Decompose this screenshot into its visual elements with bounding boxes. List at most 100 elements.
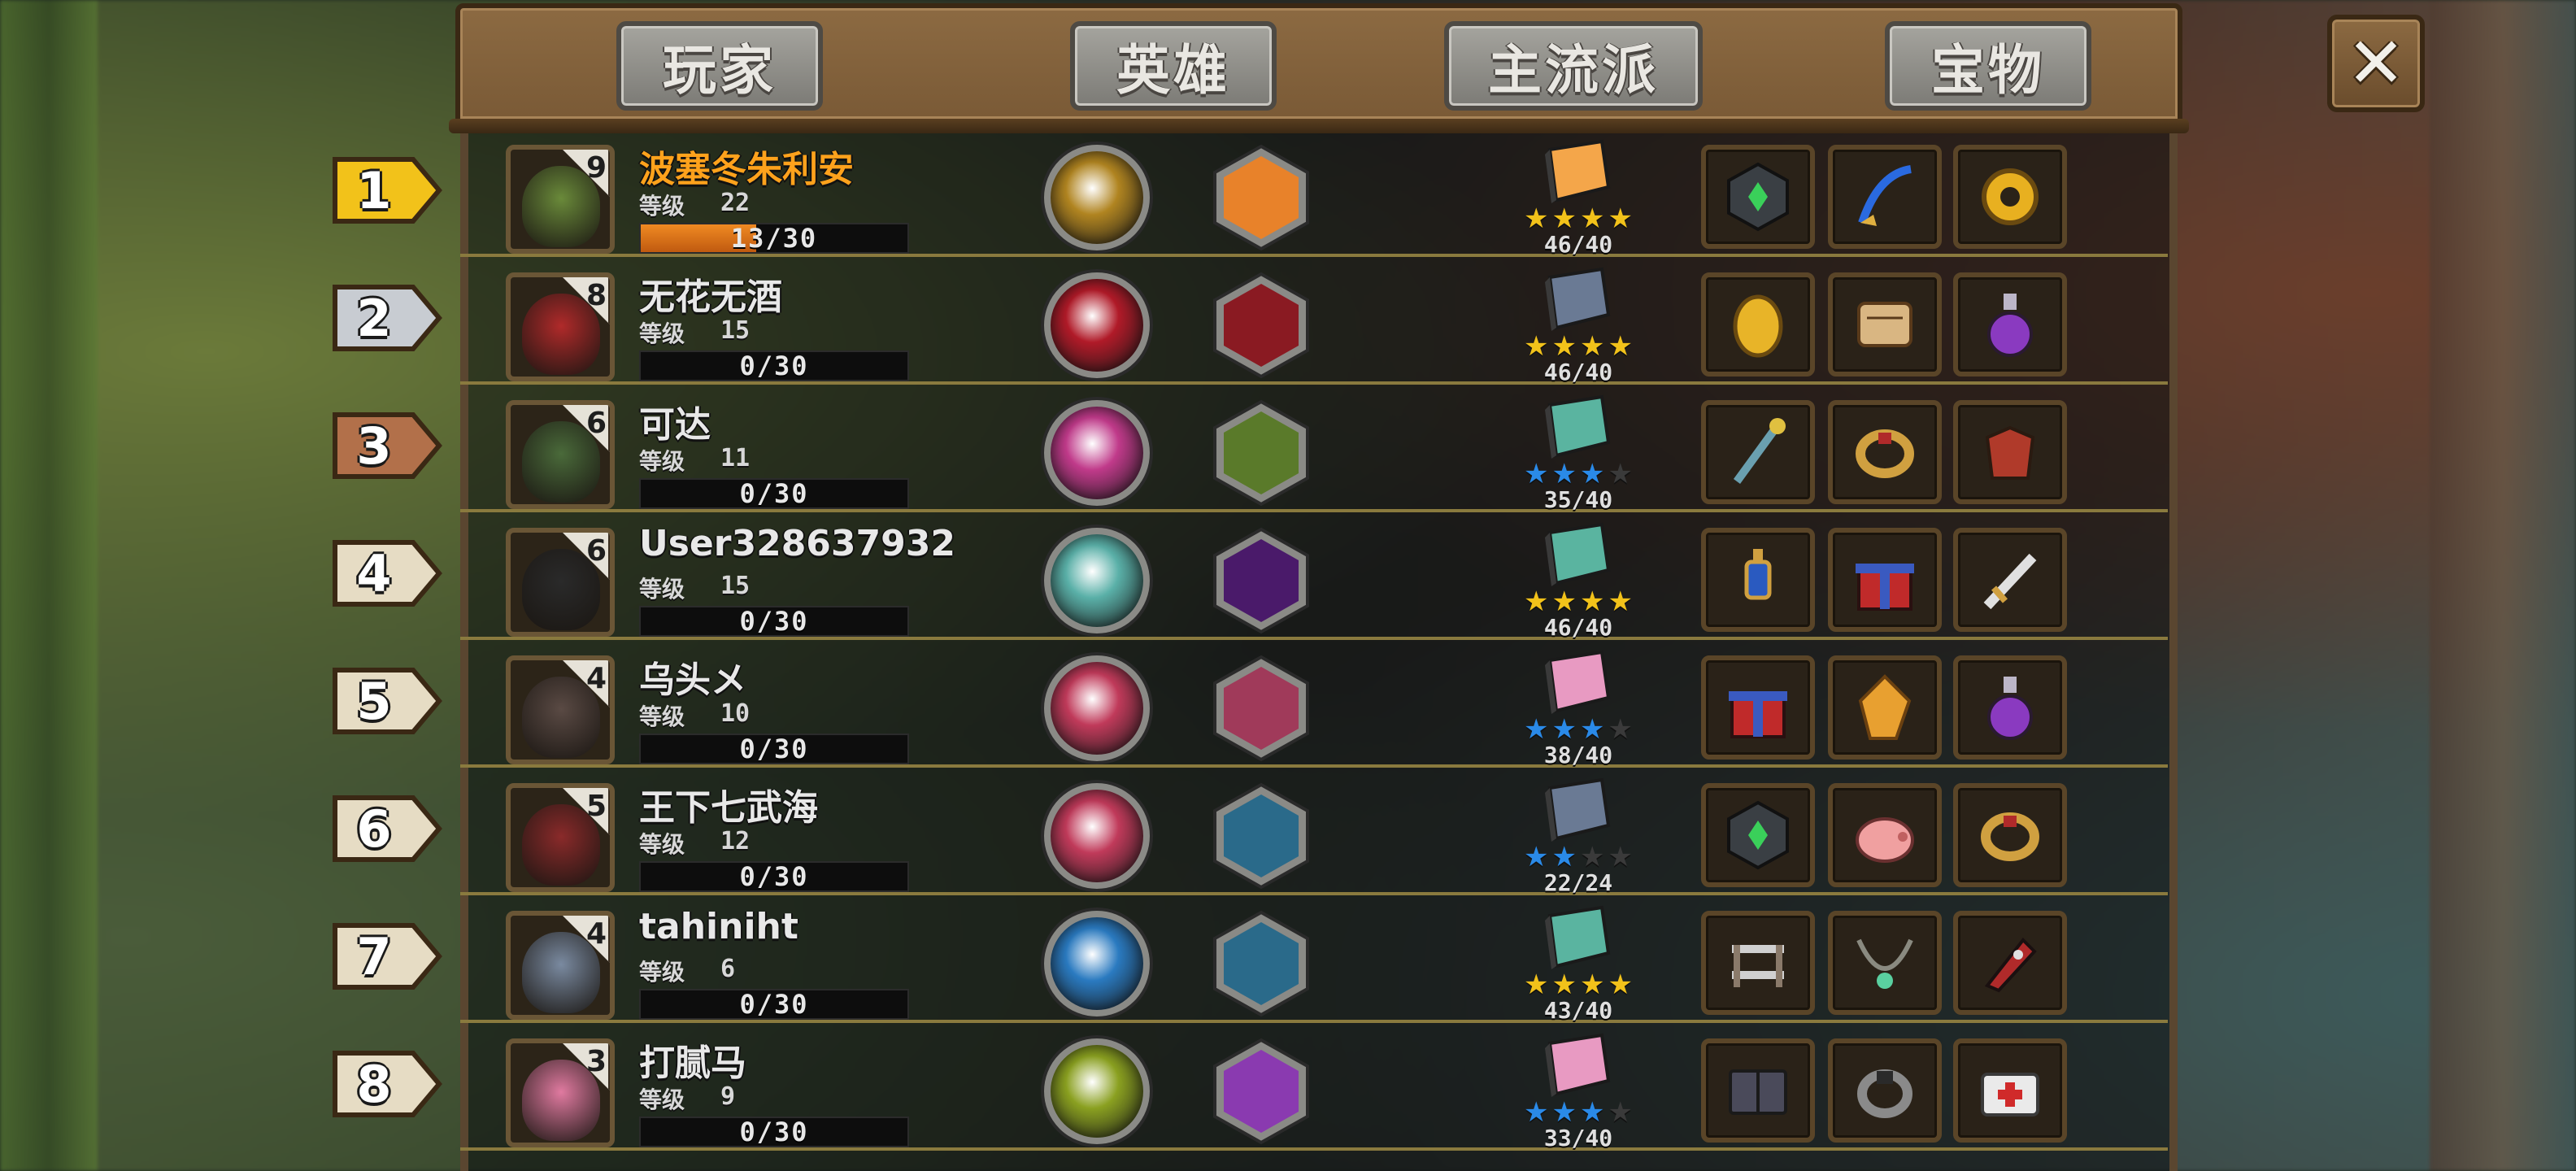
leaderboard-row[interactable]: 8 3 打腻马 等级 9 0/30 ★ ★ ★ ★ 33/40 xyxy=(333,1029,2168,1151)
leaderboard-row[interactable]: 2 8 无花无酒 等级 15 0/30 ★ ★ ★ ★ 46/40 xyxy=(333,263,2168,385)
level-label: 等级 xyxy=(639,320,685,347)
close-button[interactable]: ✕ xyxy=(2327,15,2425,112)
leaderboard-row[interactable]: 7 4 tahiniht 等级 6 0/30 ★ ★ ★ ★ 43/40 xyxy=(333,901,2168,1024)
build-score: 33/40 xyxy=(1543,1125,1613,1151)
build-score: 46/40 xyxy=(1543,231,1613,258)
hero-skill-orb[interactable] xyxy=(1044,911,1150,1016)
star-icon: ★ xyxy=(1608,841,1633,873)
treasure-slot[interactable] xyxy=(1828,1038,1942,1143)
treasure-slot[interactable] xyxy=(1828,655,1942,760)
rank-number: 5 xyxy=(356,671,392,731)
hero-skill-orb[interactable] xyxy=(1044,1038,1150,1144)
treasure-slot[interactable] xyxy=(1953,528,2067,632)
build-book-icon[interactable] xyxy=(1534,777,1615,845)
build-book-icon[interactable] xyxy=(1534,138,1615,207)
hero-skill-orb[interactable] xyxy=(1044,655,1150,761)
progress-text: 0/30 xyxy=(739,350,809,381)
hero-avatar[interactable]: 4 xyxy=(506,911,615,1020)
rank-badge: 6 xyxy=(332,794,442,863)
tab-treasure[interactable]: 宝物 xyxy=(1885,21,2091,111)
build-book-icon[interactable] xyxy=(1534,521,1615,590)
hero-skill-orb[interactable] xyxy=(1044,145,1150,250)
level-value: 11 xyxy=(720,444,751,472)
sword-icon xyxy=(1983,553,2037,610)
leaderboard-row[interactable]: 6 5 王下七武海 等级 12 0/30 ★ ★ ★ ★ 22/24 xyxy=(333,773,2168,896)
treasure-slot[interactable] xyxy=(1953,911,2067,1015)
treasure-slot[interactable] xyxy=(1828,145,1942,249)
build-book-icon[interactable] xyxy=(1534,904,1615,973)
hero-class-hex-icon[interactable] xyxy=(1207,781,1316,890)
dark-gem-icon xyxy=(1727,162,1789,232)
level-label: 等级 xyxy=(639,1086,685,1113)
treasure-slot[interactable] xyxy=(1828,528,1942,632)
star-icon: ★ xyxy=(1551,1096,1577,1129)
progress-text: 0/30 xyxy=(739,1117,809,1147)
hero-class-hex-icon[interactable] xyxy=(1207,909,1316,1018)
leaderboard-row[interactable]: 4 6 User328637932 等级 15 0/30 ★ ★ ★ ★ 46/40 xyxy=(333,518,2168,641)
hero-class-hex-icon[interactable] xyxy=(1207,1037,1316,1146)
treasure-slot[interactable] xyxy=(1701,655,1815,760)
hero-class-hex-icon[interactable] xyxy=(1207,271,1316,380)
leaderboard-row[interactable]: 5 4 乌头メ 等级 10 0/30 ★ ★ ★ ★ 38/40 xyxy=(333,646,2168,768)
tab-hero[interactable]: 英雄 xyxy=(1070,21,1277,111)
rating-stars: ★ ★ ★ ★ xyxy=(1509,843,1647,871)
treasure-slot[interactable] xyxy=(1701,783,1815,887)
level-value: 6 xyxy=(720,955,736,983)
star-icon: ★ xyxy=(1524,841,1549,873)
player-name: 可达 xyxy=(639,404,711,446)
hero-skill-orb[interactable] xyxy=(1044,783,1150,889)
hero-class-hex-icon[interactable] xyxy=(1207,526,1316,635)
gold-gear-icon xyxy=(1982,168,2039,225)
build-book-icon[interactable] xyxy=(1534,649,1615,717)
treasure-slot[interactable] xyxy=(1828,400,1942,504)
star-icon: ★ xyxy=(1580,841,1605,873)
hero-class-hex-icon[interactable] xyxy=(1207,654,1316,763)
treasure-slot[interactable] xyxy=(1953,655,2067,760)
hero-skill-orb[interactable] xyxy=(1044,400,1150,506)
hero-class-hex-icon[interactable] xyxy=(1207,143,1316,252)
treasure-slot[interactable] xyxy=(1828,272,1942,377)
hero-avatar[interactable]: 5 xyxy=(506,783,615,892)
treasure-slot[interactable] xyxy=(1953,783,2067,887)
hero-avatar[interactable]: 6 xyxy=(506,400,615,509)
treasure-slot[interactable] xyxy=(1701,911,1815,1015)
hero-avatar[interactable]: 3 xyxy=(506,1038,615,1147)
hero-avatar[interactable]: 9 xyxy=(506,145,615,254)
leaderboard-row[interactable]: 3 6 可达 等级 11 0/30 ★ ★ ★ ★ 35/40 xyxy=(333,390,2168,513)
treasure-slot[interactable] xyxy=(1701,1038,1815,1143)
staff-icon xyxy=(1733,418,1786,484)
build-book-icon[interactable] xyxy=(1534,394,1615,462)
build-book-icon[interactable] xyxy=(1534,266,1615,334)
rank-badge: 8 xyxy=(332,1050,442,1118)
hero-avatar[interactable]: 8 xyxy=(506,272,615,381)
rank-number: 2 xyxy=(356,288,392,348)
treasure-slot[interactable] xyxy=(1701,145,1815,249)
treasure-slot[interactable] xyxy=(1953,1038,2067,1143)
hero-avatar[interactable]: 4 xyxy=(506,655,615,764)
tab-player[interactable]: 玩家 xyxy=(616,21,823,111)
treasure-slot[interactable] xyxy=(1701,400,1815,504)
hero-class-hex-icon[interactable] xyxy=(1207,398,1316,507)
level-label: 等级 xyxy=(639,831,685,858)
treasure-slot[interactable] xyxy=(1953,145,2067,249)
hero-avatar[interactable]: 6 xyxy=(506,528,615,637)
hero-skill-orb[interactable] xyxy=(1044,528,1150,633)
treasure-slot[interactable] xyxy=(1953,400,2067,504)
hero-level-number: 5 xyxy=(585,790,607,823)
potion-icon xyxy=(1987,294,2033,357)
hero-level-number: 3 xyxy=(585,1045,607,1078)
progress-bar: 0/30 xyxy=(639,606,909,637)
treasure-slot[interactable] xyxy=(1828,783,1942,887)
build-book-icon[interactable] xyxy=(1534,1032,1615,1100)
treasure-slot[interactable] xyxy=(1701,528,1815,632)
treasure-slot[interactable] xyxy=(1828,911,1942,1015)
level-value: 10 xyxy=(720,699,751,728)
tab-mainstream[interactable]: 主流派 xyxy=(1444,21,1703,111)
build-score: 46/40 xyxy=(1543,359,1613,385)
rank-number: 6 xyxy=(356,799,392,859)
hero-skill-orb[interactable] xyxy=(1044,272,1150,378)
leaderboard-row[interactable]: 1 9 波塞冬朱利安 等级 22 13/30 ★ ★ ★ ★ 46/40 xyxy=(333,135,2168,258)
treasure-slot[interactable] xyxy=(1701,272,1815,377)
treasure-slot[interactable] xyxy=(1953,272,2067,377)
progress-bar: 0/30 xyxy=(639,1117,909,1147)
